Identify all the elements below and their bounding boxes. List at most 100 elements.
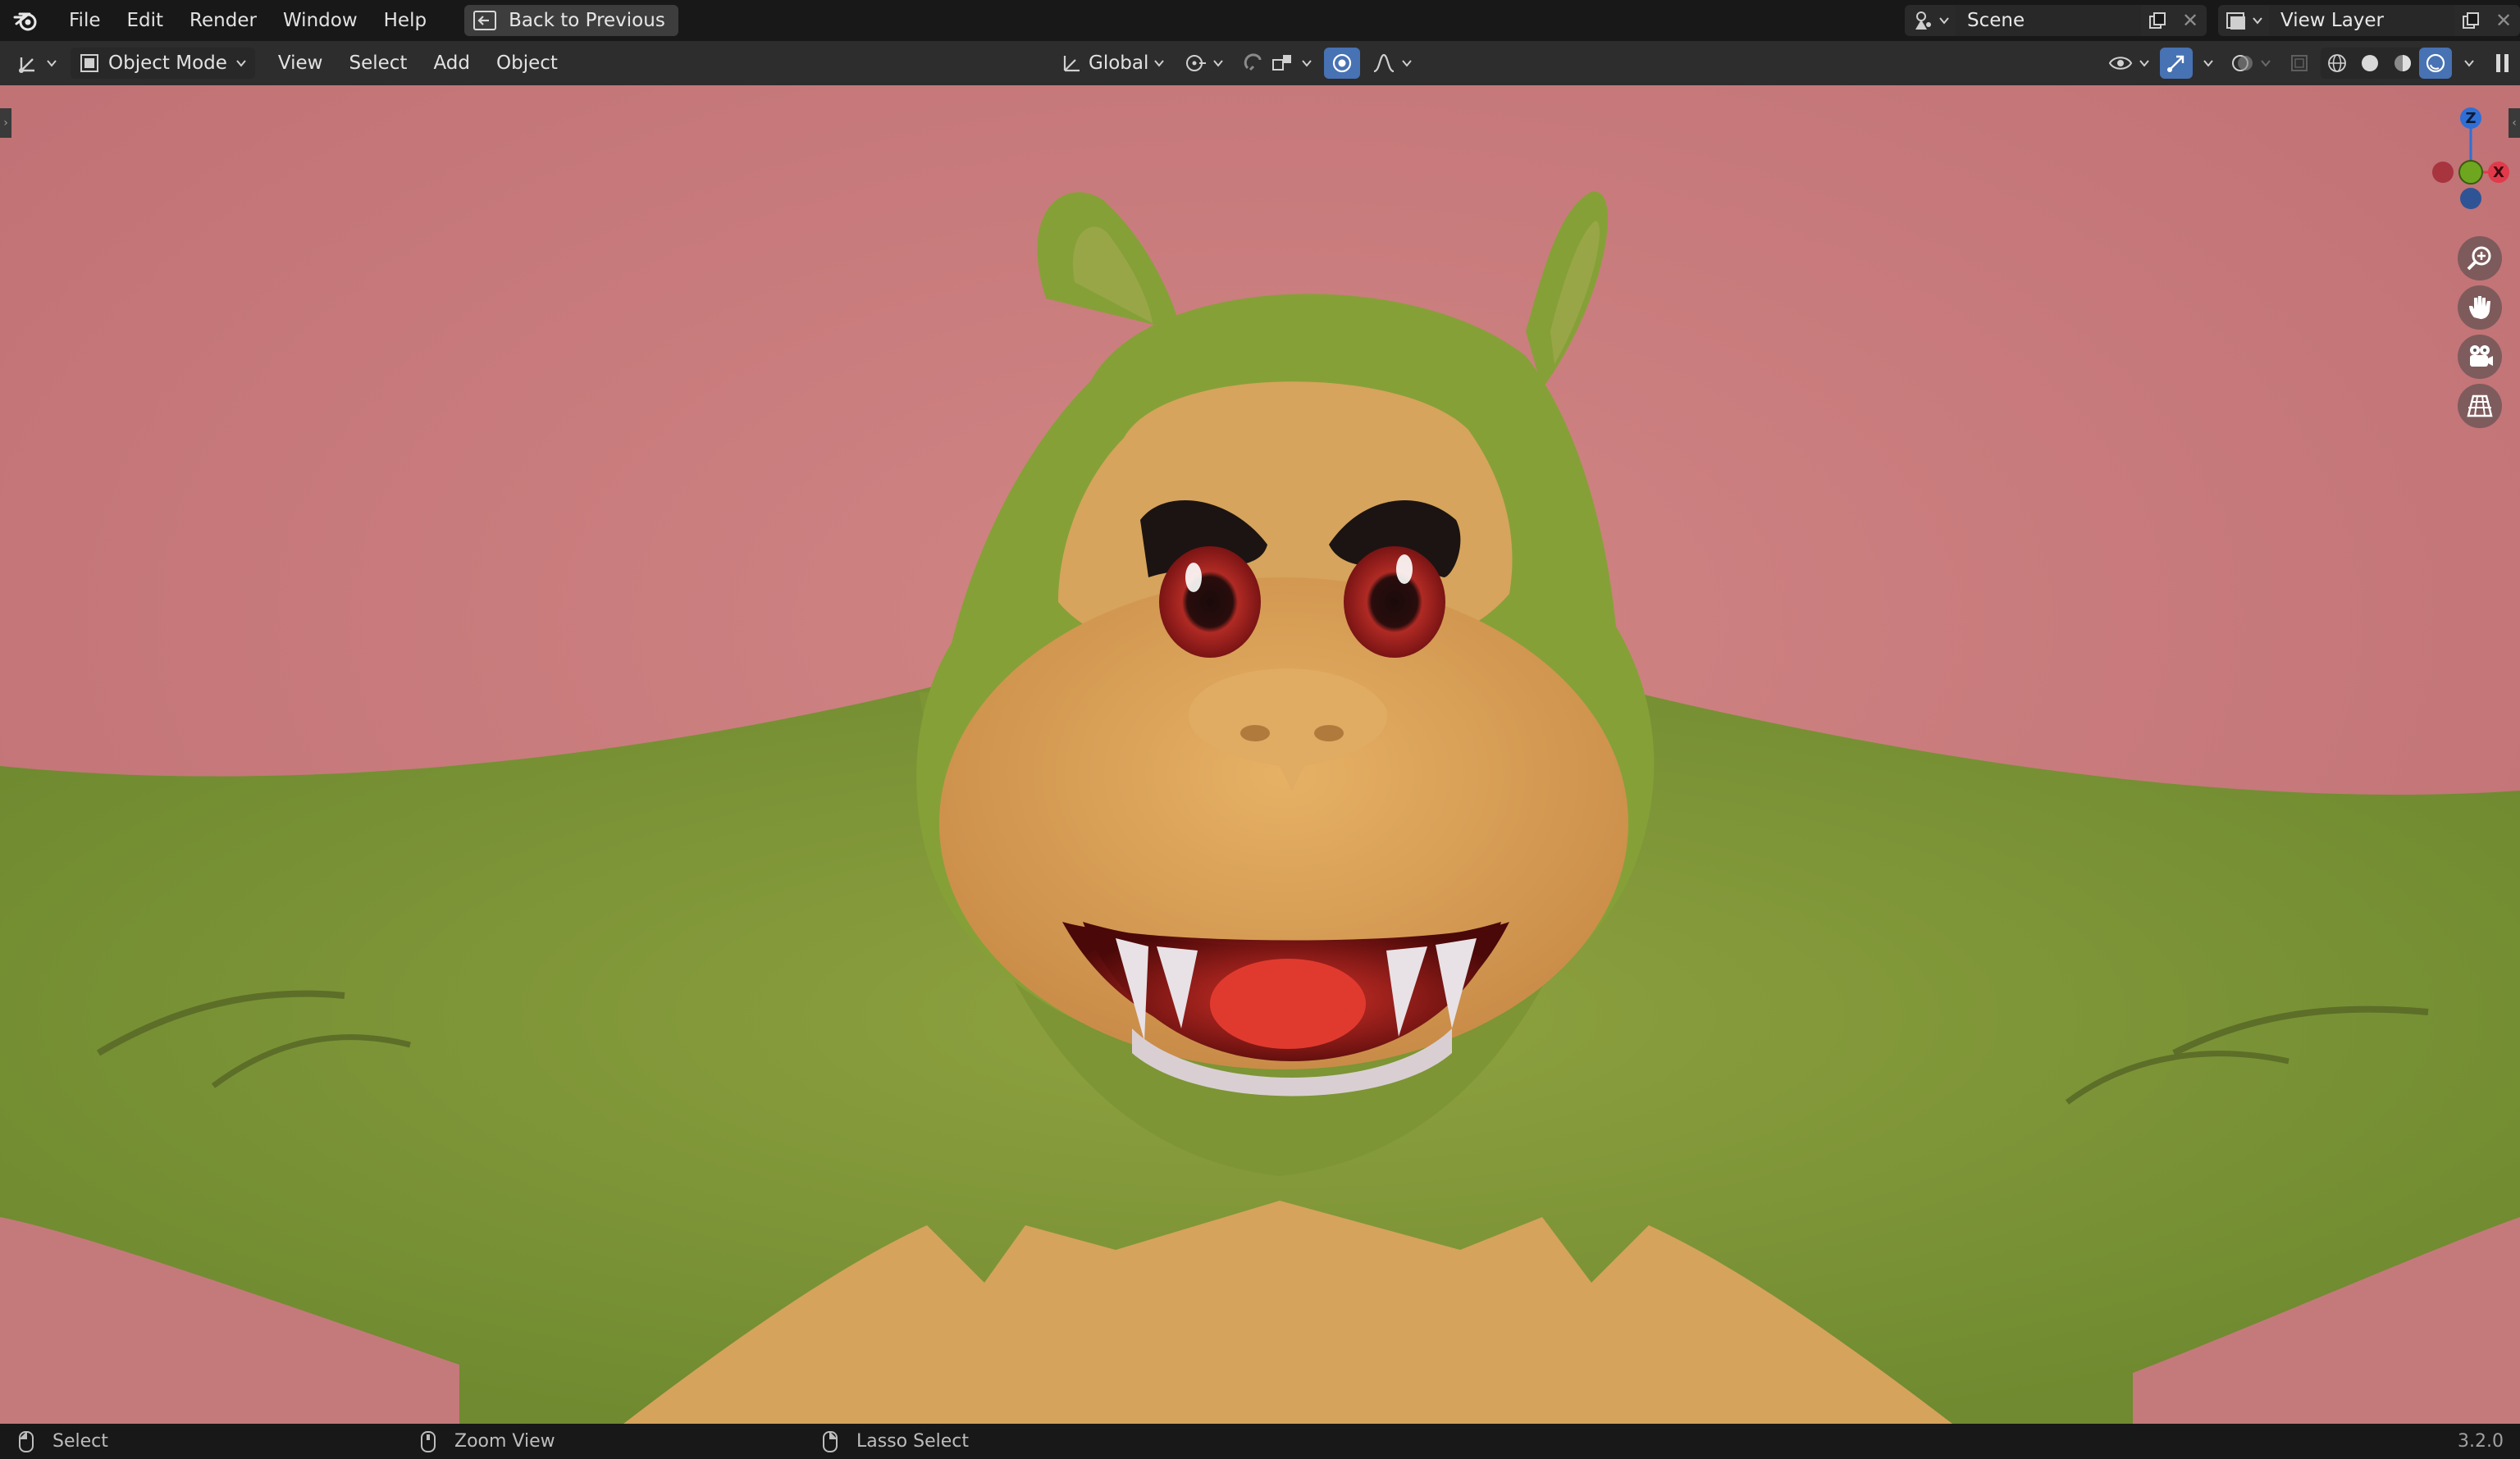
editor-type-button[interactable] (10, 48, 64, 79)
proportional-falloff-dropdown[interactable] (1365, 48, 1419, 79)
chevron-down-icon (1154, 60, 1165, 67)
back-arrow-icon (473, 11, 497, 30)
mouse-middle-icon (421, 1430, 436, 1452)
gizmo-icon (2167, 55, 2184, 72)
viewport-header: Object Mode View Select Add Object Globa… (0, 41, 2520, 85)
shading-options-chevron-icon[interactable] (2463, 59, 2475, 67)
chevron-down-icon (236, 60, 246, 67)
axis-neg-x-handle[interactable] (2432, 162, 2454, 183)
proportional-editing-toggle[interactable] (1324, 48, 1361, 79)
show-gizmo-toggle[interactable] (2160, 48, 2193, 79)
menu-edit[interactable]: Edit (114, 0, 177, 41)
3d-viewport[interactable]: › ‹ Z X (0, 85, 2520, 1424)
xray-icon (2291, 55, 2308, 71)
falloff-curve-icon (1374, 53, 1395, 73)
chevron-down-icon (2139, 60, 2149, 67)
hand-icon (2469, 296, 2490, 319)
close-icon: ✕ (2495, 9, 2513, 32)
mode-dropdown[interactable]: Object Mode (71, 48, 255, 79)
menu-select[interactable]: Select (336, 52, 420, 74)
solid-sphere-icon (2362, 55, 2378, 71)
pivot-point-dropdown[interactable] (1176, 48, 1230, 79)
rendered-shading-button[interactable] (2419, 48, 2452, 79)
pause-icon (2496, 54, 2509, 72)
menu-view[interactable]: View (265, 52, 336, 74)
overlays-icon (2232, 55, 2253, 71)
version-label: 3.2.0 (2458, 1431, 2504, 1452)
scene-icon (1915, 11, 1931, 30)
close-icon: ✕ (2181, 9, 2199, 32)
status-bar: Select Zoom View Lasso Select 3.2.0 (0, 1424, 2520, 1459)
top-bar: File Edit Render Window Help Back to Pre… (0, 0, 2520, 41)
back-to-previous-button[interactable]: Back to Previous (464, 5, 678, 36)
overlays-toggle[interactable] (2224, 48, 2278, 79)
shading-mode-group (2321, 48, 2452, 79)
transform-orientation-dropdown[interactable]: Global (1054, 48, 1171, 79)
snap-toggle[interactable] (1235, 48, 1319, 79)
transform-tools: Global (1054, 48, 1419, 79)
xray-toggle[interactable] (2281, 48, 2317, 79)
status-select-label: Select (52, 1431, 108, 1452)
new-view-layer-button[interactable] (2454, 5, 2487, 36)
pan-button[interactable] (2458, 285, 2502, 330)
viewport-display-tools (2101, 48, 2520, 79)
scene-browse-button[interactable] (1905, 5, 1956, 36)
wireframe-sphere-icon (2328, 54, 2346, 72)
rendered-character-image (0, 85, 2520, 1424)
zoom-icon (2467, 246, 2491, 271)
delete-view-layer-button[interactable]: ✕ (2487, 5, 2520, 36)
menu-add[interactable]: Add (420, 52, 483, 74)
status-zoom-label: Zoom View (454, 1431, 555, 1452)
chevron-down-icon (1939, 17, 1949, 25)
rendered-sphere-icon (2426, 53, 2445, 73)
duplicate-icon (2463, 12, 2479, 29)
material-sphere-icon (2394, 55, 2411, 71)
toggle-perspective-button[interactable] (2458, 384, 2502, 428)
grid-icon (2467, 394, 2493, 417)
view-layer-name-field[interactable]: View Layer (2269, 5, 2454, 36)
chevron-down-icon (47, 60, 57, 67)
menu-render[interactable]: Render (176, 0, 270, 41)
blender-logo-icon[interactable] (11, 6, 41, 35)
scene-selectors: Scene ✕ View Layer ✕ (1905, 0, 2520, 41)
view-layer-browse-button[interactable] (2218, 5, 2269, 36)
chevron-down-icon (1213, 60, 1224, 67)
scene-name-field[interactable]: Scene (1956, 5, 2141, 36)
status-middle-hint: Zoom View (420, 1430, 555, 1453)
solid-shading-button[interactable] (2353, 48, 2386, 79)
axis-y-handle[interactable] (2458, 160, 2483, 185)
axes-icon (19, 57, 34, 73)
menu-object[interactable]: Object (483, 52, 571, 74)
delete-scene-button[interactable]: ✕ (2174, 5, 2207, 36)
pause-render-button[interactable] (2490, 48, 2515, 79)
material-preview-shading-button[interactable] (2386, 48, 2419, 79)
mode-label: Object Mode (108, 52, 227, 74)
object-mode-icon (80, 54, 98, 72)
gizmo-options-chevron-icon[interactable] (2203, 59, 2214, 67)
eye-icon (2108, 57, 2133, 70)
chevron-down-icon (1302, 60, 1312, 67)
status-right-hint: Lasso Select (822, 1430, 969, 1453)
duplicate-icon (2149, 12, 2166, 29)
status-lasso-label: Lasso Select (856, 1431, 969, 1452)
wireframe-shading-button[interactable] (2321, 48, 2353, 79)
visibility-dropdown[interactable] (2101, 48, 2157, 79)
snap-increment-icon (1272, 55, 1292, 71)
axis-neg-z-handle[interactable] (2460, 188, 2481, 209)
new-scene-button[interactable] (2141, 5, 2174, 36)
menu-file[interactable]: File (56, 0, 114, 41)
navigation-gizmo[interactable]: Z X (2389, 102, 2520, 241)
menu-window[interactable]: Window (270, 0, 371, 41)
camera-view-button[interactable] (2458, 335, 2502, 379)
menu-help[interactable]: Help (371, 0, 440, 41)
axis-z-label: Z (2465, 110, 2476, 127)
mouse-left-icon (19, 1430, 34, 1452)
mouse-right-icon (823, 1430, 838, 1452)
zoom-button[interactable] (2458, 236, 2502, 280)
orientation-label: Global (1089, 52, 1149, 74)
toolbar-toggle-tab[interactable]: › (0, 108, 11, 138)
chevron-down-icon (2261, 60, 2271, 67)
pivot-icon (1186, 55, 1207, 71)
axis-x-label: X (2493, 164, 2504, 181)
back-button-label: Back to Previous (509, 10, 665, 31)
